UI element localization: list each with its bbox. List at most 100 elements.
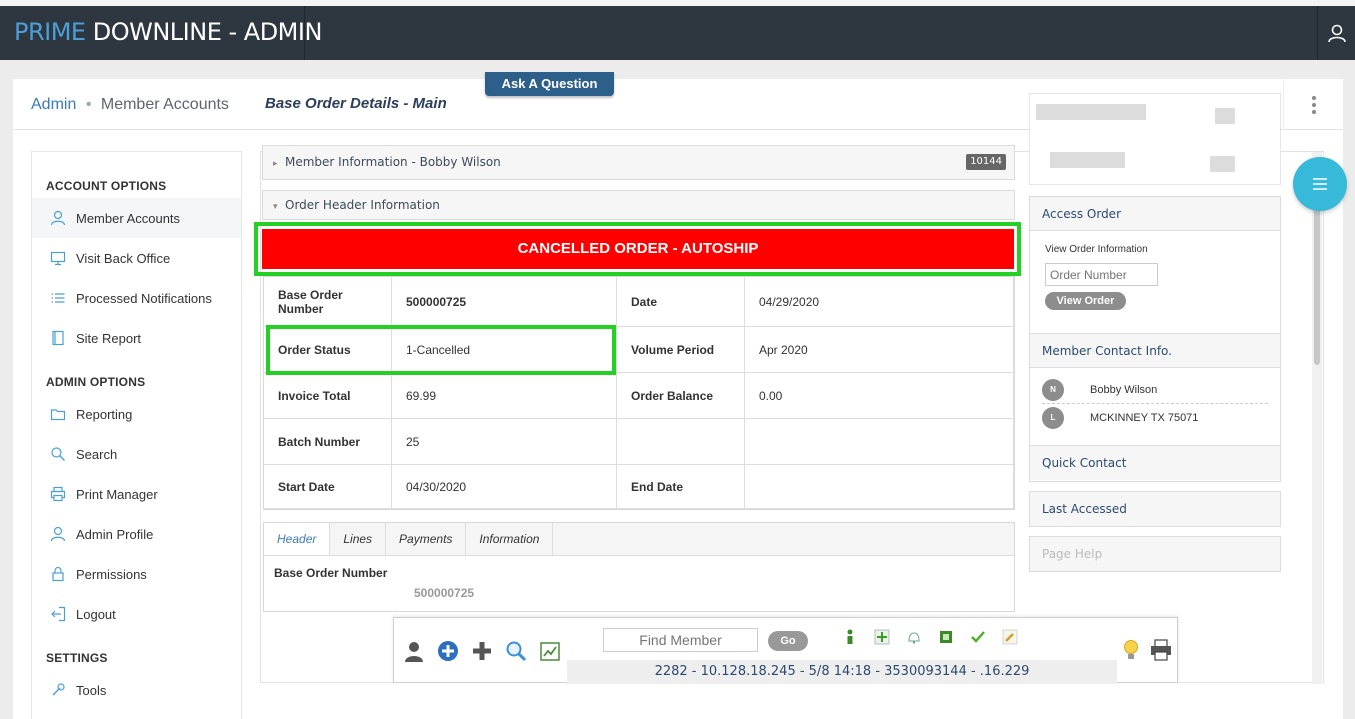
volume-period-value: Apr 2020 [745, 327, 1014, 373]
empty-cell [617, 419, 745, 465]
member-information-label: Member Information - Bobby Wilson [285, 155, 501, 169]
sidebar-item-label: Processed Notifications [76, 290, 212, 306]
toolbar-right-icons [1120, 638, 1172, 662]
toolbar-small-icons [841, 628, 1019, 646]
order-tabs: Header Lines Payments Information Base O… [263, 522, 1015, 612]
print-button[interactable] [1150, 638, 1172, 662]
sidebar-item-label: Reporting [76, 406, 133, 422]
document-icon [48, 330, 68, 346]
quick-contact-panel[interactable]: Quick Contact [1029, 446, 1281, 482]
tab-base-order-label: Base Order Number [274, 566, 388, 580]
sidebar-item-label: Print Manager [76, 486, 158, 502]
kebab-dot-icon [1311, 102, 1316, 107]
member-information-accordion[interactable]: ▸ Member Information - Bobby Wilson 10144 [262, 145, 1015, 180]
base-order-number-value: 500000725 [392, 277, 617, 327]
go-button[interactable]: Go [768, 631, 808, 651]
sidebar-item-site-report[interactable]: Site Report [32, 318, 241, 358]
check-icon [971, 631, 985, 643]
tab-information[interactable]: Information [466, 523, 554, 555]
sidebar-item-search[interactable]: Search [32, 434, 241, 474]
date-value: 04/29/2020 [745, 277, 1014, 327]
user-icon [1327, 24, 1346, 43]
page-help-panel[interactable]: Page Help [1029, 536, 1281, 572]
sidebar-item-label: Visit Back Office [76, 250, 171, 266]
member-toolbar-button[interactable] [400, 637, 428, 665]
breadcrumb-current: Member Accounts [100, 96, 229, 113]
floating-menu-button[interactable] [1293, 157, 1347, 211]
more-options-button[interactable] [1283, 79, 1343, 130]
name-badge-icon: N [1042, 378, 1064, 401]
member-id-badge: 10144 [966, 154, 1006, 170]
quick-contact-title: Quick Contact [1030, 446, 1280, 480]
sidebar-item-processed-notifications[interactable]: Processed Notifications [32, 278, 241, 318]
access-order-panel: Access Order View Order Information View… [1029, 196, 1281, 334]
sidebar-item-tools[interactable]: Tools [32, 670, 241, 710]
order-number-input[interactable] [1045, 263, 1158, 286]
user-icon [48, 210, 68, 226]
sidebar-item-visit-back-office[interactable]: Visit Back Office [32, 238, 241, 278]
search-toolbar-button[interactable] [502, 637, 530, 665]
invoice-total-value: 69.99 [392, 373, 617, 419]
chevron-right-icon: ▸ [273, 159, 278, 169]
info-toolbar-button[interactable] [841, 628, 859, 646]
start-date-label: Start Date [264, 465, 392, 509]
breadcrumb-admin-link[interactable]: Admin [31, 96, 76, 113]
view-order-info-label: View Order Information [1045, 244, 1148, 255]
bottom-toolbar: Go 2282 - 10.128.18.245 - 5/8 14:18 - 35… [393, 617, 1178, 684]
sidebar-item-member-accounts[interactable]: Member Accounts [32, 198, 241, 238]
contact-location: MCKINNEY TX 75071 [1090, 412, 1199, 424]
hamburger-icon [1313, 178, 1327, 190]
breadcrumb-separator: • [85, 96, 92, 113]
sidebar-item-label: Permissions [76, 566, 147, 582]
tab-payments[interactable]: Payments [386, 523, 467, 555]
sidebar-item-label: Site Report [76, 330, 142, 346]
lock-icon [48, 566, 68, 582]
last-accessed-title: Last Accessed [1030, 492, 1280, 526]
kebab-dot-icon [1311, 95, 1316, 100]
sidebar-item-logout[interactable]: Logout [32, 594, 241, 634]
blurred-member-summary [1029, 93, 1281, 185]
brand-logo[interactable]: PRIME DOWNLINE - ADMIN [14, 18, 322, 46]
order-balance-value: 0.00 [745, 373, 1014, 419]
find-member-input[interactable] [603, 628, 758, 652]
sidebar-heading-account: ACCOUNT OPTIONS [46, 179, 167, 193]
folder-icon [48, 406, 68, 422]
ask-a-question-button[interactable]: Ask A Question [485, 72, 614, 96]
invoice-total-label: Invoice Total [264, 373, 392, 419]
report-toolbar-button[interactable] [536, 637, 564, 665]
end-date-label: End Date [617, 465, 745, 509]
sidebar-item-permissions[interactable]: Permissions [32, 554, 241, 594]
logout-icon [48, 606, 68, 622]
search-icon [48, 446, 68, 462]
sidebar-heading-admin: ADMIN OPTIONS [46, 375, 146, 389]
tab-lines[interactable]: Lines [330, 523, 387, 555]
toolbar-icon-group [400, 637, 564, 665]
chart-icon [540, 642, 560, 661]
location-badge-icon: L [1042, 407, 1064, 429]
last-accessed-panel[interactable]: Last Accessed [1029, 491, 1281, 527]
order-header-accordion[interactable]: ▾ Order Header Information [262, 190, 1015, 220]
tab-body: Base Order Number 500000725 [264, 556, 1014, 610]
monitor-icon [48, 250, 68, 266]
approve-button[interactable] [969, 628, 987, 646]
add-note-icon [874, 629, 890, 645]
add-item-button[interactable] [468, 637, 496, 665]
sidebar-item-label: Logout [76, 606, 116, 622]
book-button[interactable] [937, 628, 955, 646]
add-circle-button[interactable] [434, 637, 462, 665]
add-note-button[interactable] [873, 628, 891, 646]
user-icon [48, 526, 68, 542]
tips-button[interactable] [1120, 638, 1142, 662]
tab-header[interactable]: Header [264, 523, 331, 555]
view-order-button[interactable]: View Order [1045, 292, 1126, 310]
sidebar-item-admin-profile[interactable]: Admin Profile [32, 514, 241, 554]
sidebar-item-reporting[interactable]: Reporting [32, 394, 241, 434]
member-contact-title: Member Contact Info. [1030, 334, 1280, 368]
contact-location-row: L MCKINNEY TX 75071 [1042, 404, 1268, 432]
user-menu-button[interactable] [1317, 6, 1355, 60]
sidebar-item-print-manager[interactable]: Print Manager [32, 474, 241, 514]
tools-icon [48, 682, 68, 698]
banner-highlight-outline [254, 222, 1021, 276]
edit-button[interactable] [1001, 628, 1019, 646]
notify-button[interactable] [905, 628, 923, 646]
